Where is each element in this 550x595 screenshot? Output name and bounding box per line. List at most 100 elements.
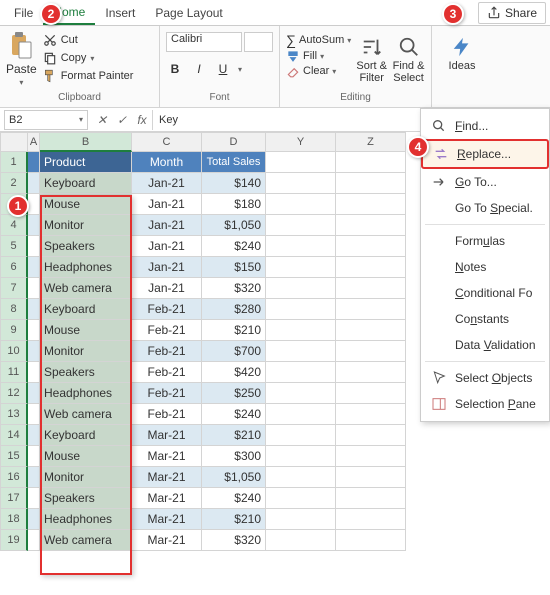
menu-data-validation[interactable]: Data Validation <box>421 332 549 358</box>
menu-formulas[interactable]: Formulas <box>421 228 549 254</box>
menu-constants[interactable]: Constants <box>421 306 549 332</box>
cell-month-19[interactable]: Mar-21 <box>132 530 202 551</box>
cell-sales-5[interactable]: $240 <box>202 236 266 257</box>
row-header-1[interactable]: 1 <box>0 152 28 173</box>
cell-month-13[interactable]: Feb-21 <box>132 404 202 425</box>
confirm-formula-button[interactable]: ✓ <box>112 113 132 127</box>
cell-sales-7[interactable]: $320 <box>202 278 266 299</box>
row-header-12[interactable]: 12 <box>0 383 28 404</box>
header-total[interactable]: Total Sales <box>202 152 266 173</box>
cell-product-13[interactable]: Web camera <box>40 404 132 425</box>
cell-month-6[interactable]: Jan-21 <box>132 257 202 278</box>
menu-replace[interactable]: Replace... <box>421 139 549 169</box>
name-box[interactable]: B2 ▾ <box>4 110 88 130</box>
autosum-button[interactable]: ∑ AutoSum▾ <box>286 32 351 48</box>
clear-button[interactable]: Clear▾ <box>286 64 351 78</box>
cell-month-18[interactable]: Mar-21 <box>132 509 202 530</box>
row-header-6[interactable]: 6 <box>0 257 28 278</box>
cell-sales-15[interactable]: $300 <box>202 446 266 467</box>
header-product[interactable]: Product <box>40 152 132 173</box>
cell-sales-4[interactable]: $1,050 <box>202 215 266 236</box>
cell-sales-19[interactable]: $320 <box>202 530 266 551</box>
cell-sales-18[interactable]: $210 <box>202 509 266 530</box>
underline-button[interactable]: U <box>214 60 232 78</box>
cell-sales-3[interactable]: $180 <box>202 194 266 215</box>
paste-button[interactable]: Paste ▾ <box>6 32 37 87</box>
row-header-13[interactable]: 13 <box>0 404 28 425</box>
share-button[interactable]: Share <box>478 2 546 24</box>
cell-product-2[interactable]: Keyboard <box>40 173 132 194</box>
cell-product-18[interactable]: Headphones <box>40 509 132 530</box>
cell-sales-17[interactable]: $240 <box>202 488 266 509</box>
cell-sales-2[interactable]: $140 <box>202 173 266 194</box>
cell-month-5[interactable]: Jan-21 <box>132 236 202 257</box>
row-header-11[interactable]: 11 <box>0 362 28 383</box>
row-header-17[interactable]: 17 <box>0 488 28 509</box>
tab-insert[interactable]: Insert <box>95 2 145 24</box>
cell-month-9[interactable]: Feb-21 <box>132 320 202 341</box>
cell-product-15[interactable]: Mouse <box>40 446 132 467</box>
cell-product-16[interactable]: Monitor <box>40 467 132 488</box>
row-header-4[interactable]: 4 <box>0 215 28 236</box>
cell-month-10[interactable]: Feb-21 <box>132 341 202 362</box>
cell-month-4[interactable]: Jan-21 <box>132 215 202 236</box>
cell-sales-6[interactable]: $150 <box>202 257 266 278</box>
cell-sales-14[interactable]: $210 <box>202 425 266 446</box>
header-month[interactable]: Month <box>132 152 202 173</box>
find-select-button[interactable]: Find & Select <box>392 32 425 84</box>
row-header-8[interactable]: 8 <box>0 299 28 320</box>
cell-product-19[interactable]: Web camera <box>40 530 132 551</box>
cell-month-15[interactable]: Mar-21 <box>132 446 202 467</box>
cell-product-9[interactable]: Mouse <box>40 320 132 341</box>
menu-conditional[interactable]: Conditional Fo <box>421 280 549 306</box>
row-header-9[interactable]: 9 <box>0 320 28 341</box>
italic-button[interactable]: I <box>190 60 208 78</box>
cell-product-14[interactable]: Keyboard <box>40 425 132 446</box>
cell-month-14[interactable]: Mar-21 <box>132 425 202 446</box>
col-header-C[interactable]: C <box>132 132 202 152</box>
cell-product-3[interactable]: Mouse <box>40 194 132 215</box>
select-all-corner[interactable] <box>0 132 28 152</box>
cell-month-16[interactable]: Mar-21 <box>132 467 202 488</box>
font-name-select[interactable]: Calibri <box>166 32 242 52</box>
row-header-2[interactable]: 2 <box>0 173 28 194</box>
menu-goto[interactable]: Go To... <box>421 169 549 195</box>
row-header-15[interactable]: 15 <box>0 446 28 467</box>
cell-product-17[interactable]: Speakers <box>40 488 132 509</box>
cell-product-5[interactable]: Speakers <box>40 236 132 257</box>
cell-sales-16[interactable]: $1,050 <box>202 467 266 488</box>
row-header-5[interactable]: 5 <box>0 236 28 257</box>
row-header-19[interactable]: 19 <box>0 530 28 551</box>
bold-button[interactable]: B <box>166 60 184 78</box>
cell-product-12[interactable]: Headphones <box>40 383 132 404</box>
cell-sales-8[interactable]: $280 <box>202 299 266 320</box>
col-header-D[interactable]: D <box>202 132 266 152</box>
cell-month-2[interactable]: Jan-21 <box>132 173 202 194</box>
ideas-button[interactable]: Ideas <box>438 32 486 72</box>
cell-month-3[interactable]: Jan-21 <box>132 194 202 215</box>
font-size-select[interactable] <box>244 32 273 52</box>
cell-month-12[interactable]: Feb-21 <box>132 383 202 404</box>
cell-product-10[interactable]: Monitor <box>40 341 132 362</box>
sort-filter-button[interactable]: Sort & Filter <box>355 32 388 84</box>
fx-button[interactable]: fx <box>132 113 152 127</box>
col-header-Z[interactable]: Z <box>336 132 406 152</box>
cell-product-11[interactable]: Speakers <box>40 362 132 383</box>
row-header-14[interactable]: 14 <box>0 425 28 446</box>
col-header-A[interactable]: A <box>28 132 40 152</box>
menu-goto-special[interactable]: Go To Special. <box>421 195 549 221</box>
cell-sales-9[interactable]: $210 <box>202 320 266 341</box>
row-header-10[interactable]: 10 <box>0 341 28 362</box>
format-painter-button[interactable]: Format Painter <box>41 68 136 84</box>
copy-button[interactable]: Copy▾ <box>41 50 136 66</box>
tab-file[interactable]: File <box>4 2 43 24</box>
cell-sales-11[interactable]: $420 <box>202 362 266 383</box>
col-header-B[interactable]: B <box>40 132 132 152</box>
row-header-18[interactable]: 18 <box>0 509 28 530</box>
cell-month-7[interactable]: Jan-21 <box>132 278 202 299</box>
fill-button[interactable]: Fill▾ <box>286 49 351 63</box>
cell-sales-10[interactable]: $700 <box>202 341 266 362</box>
cell-product-6[interactable]: Headphones <box>40 257 132 278</box>
col-header-Y[interactable]: Y <box>266 132 336 152</box>
cell-product-4[interactable]: Monitor <box>40 215 132 236</box>
